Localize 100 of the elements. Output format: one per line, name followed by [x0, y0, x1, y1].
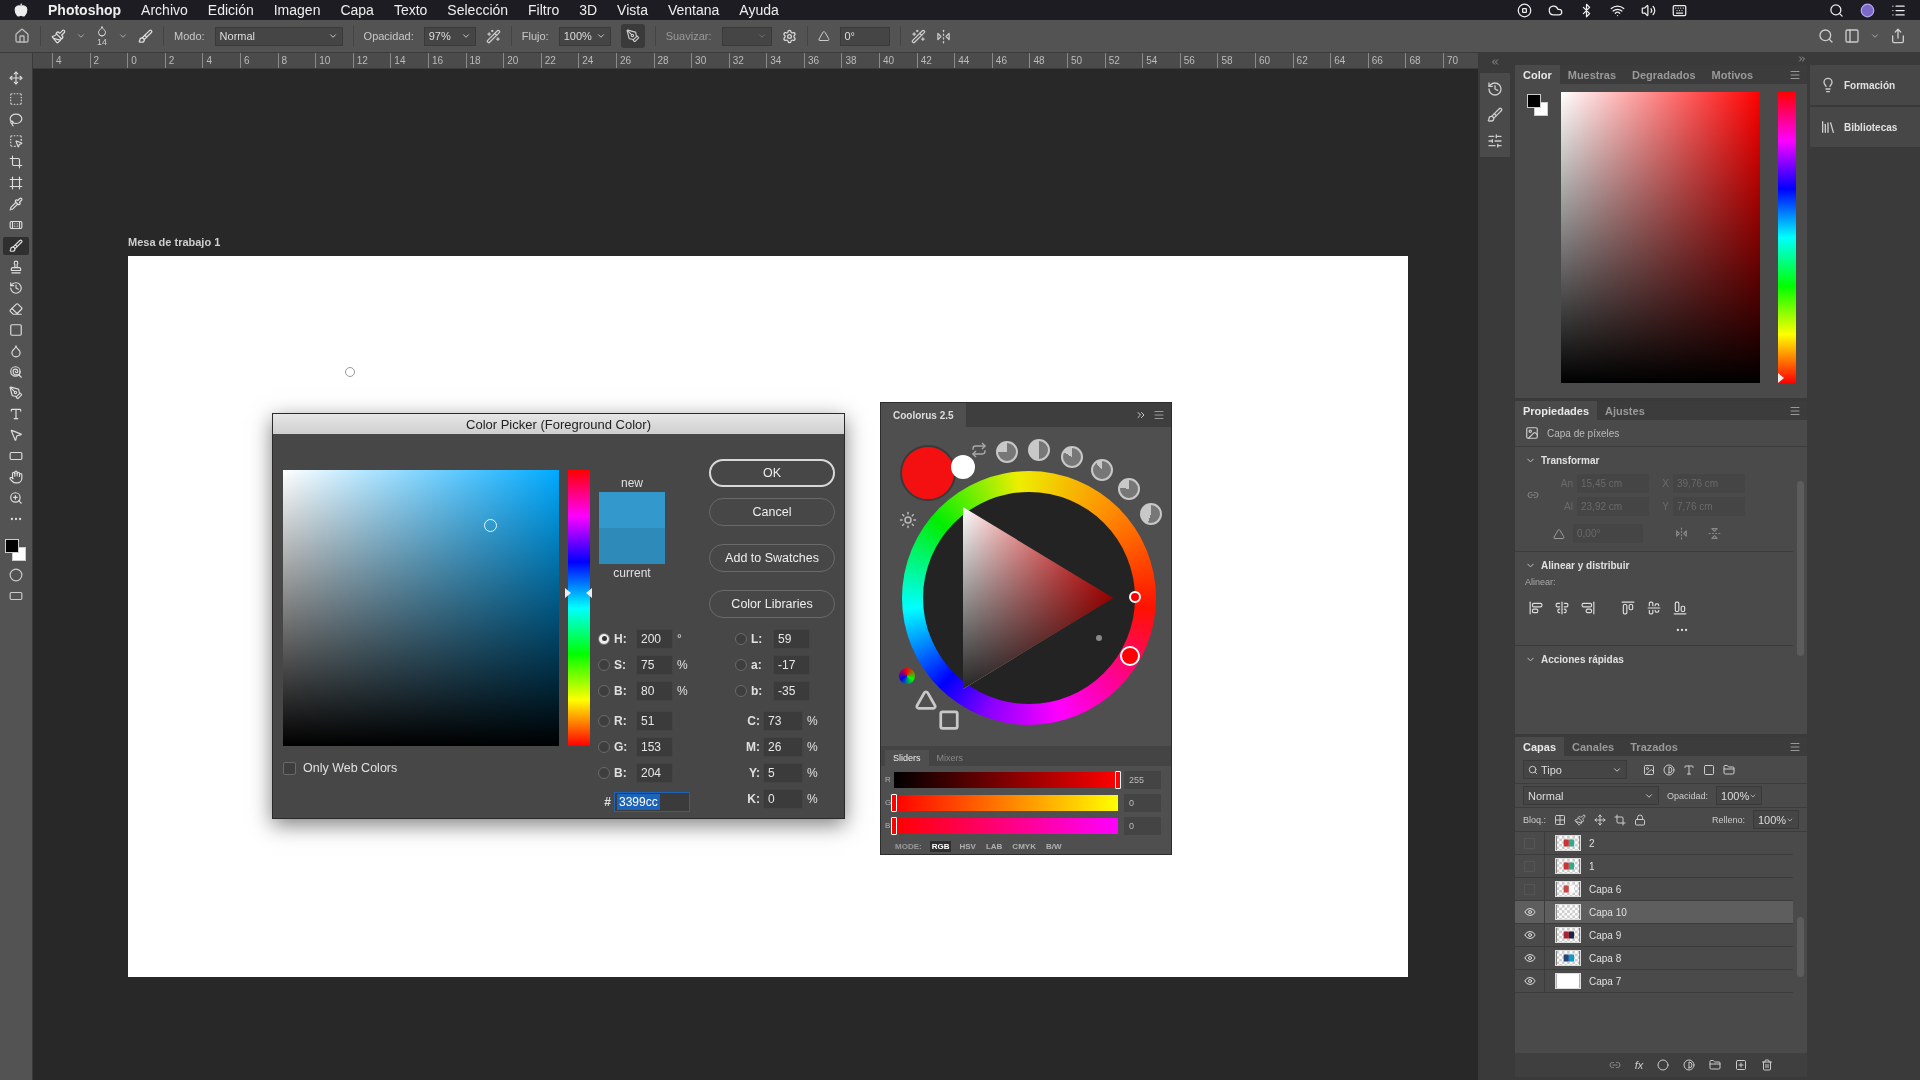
fill-select[interactable]: 100%: [1753, 810, 1799, 829]
blend-mode-select[interactable]: Normal: [1523, 786, 1659, 805]
object-selection-icon[interactable]: [9, 134, 23, 148]
pen-icon[interactable]: [9, 386, 23, 400]
align-center-icon[interactable]: [1555, 601, 1569, 615]
menu-icon[interactable]: [1153, 409, 1165, 421]
wifi-icon[interactable]: [1610, 2, 1625, 18]
dialog-button[interactable]: Cancel: [709, 498, 835, 526]
layer-row[interactable]: 2: [1515, 832, 1793, 855]
record-icon[interactable]: [1517, 2, 1532, 18]
layer-row[interactable]: Capa 9: [1515, 924, 1793, 947]
color-slider[interactable]: [894, 771, 1118, 788]
airbrush-button[interactable]: [620, 24, 645, 48]
layer-row[interactable]: Capa 7: [1515, 970, 1793, 993]
expand-icon[interactable]: [1135, 409, 1147, 421]
input-field[interactable]: 73: [763, 710, 803, 731]
color-wheel-icon[interactable]: [899, 668, 915, 684]
menu-icon[interactable]: [1789, 740, 1801, 753]
value-field[interactable]: 0: [1124, 816, 1161, 835]
align-top-icon[interactable]: [1621, 601, 1635, 615]
brush-panel-icon[interactable]: [138, 28, 153, 44]
apple-icon[interactable]: [14, 3, 28, 17]
input-field[interactable]: -17: [773, 654, 810, 675]
layer-row[interactable]: Capa 6: [1515, 878, 1793, 901]
harmony-icon[interactable]: [996, 441, 1018, 463]
angle-field[interactable]: 0°: [839, 26, 890, 46]
radio-button[interactable]: [598, 684, 610, 697]
radio-button[interactable]: [598, 632, 610, 645]
radio-button[interactable]: [598, 740, 610, 753]
panel-button[interactable]: Bibliotecas: [1810, 107, 1920, 147]
bandage-icon[interactable]: [9, 218, 23, 232]
swap-icon[interactable]: [971, 442, 987, 458]
adjustment-filter-icon[interactable]: [1663, 763, 1675, 776]
input-field[interactable]: 0: [763, 788, 803, 809]
harmony-icon[interactable]: [1061, 446, 1083, 468]
align-left-icon[interactable]: [1529, 601, 1543, 615]
adjustment-icon[interactable]: [1683, 1059, 1696, 1071]
hue-slider[interactable]: [565, 470, 592, 746]
mode-option[interactable]: B/W: [1043, 841, 1064, 852]
background-color-swatch[interactable]: [951, 455, 975, 479]
input-field[interactable]: 26: [763, 736, 803, 757]
brush-icon[interactable]: [9, 239, 23, 253]
harmony-icon[interactable]: [1118, 478, 1140, 500]
visibility-icon[interactable]: [1523, 952, 1536, 964]
input-field[interactable]: -35: [773, 680, 810, 701]
adjustments-icon[interactable]: [1487, 133, 1503, 149]
zoom-icon[interactable]: [9, 491, 23, 505]
harmony-icon[interactable]: [1140, 503, 1162, 525]
triangle-icon[interactable]: [915, 689, 937, 711]
panel-tab[interactable]: Capas: [1515, 737, 1565, 756]
layer-row[interactable]: 1: [1515, 855, 1793, 878]
dialog-button[interactable]: OK: [709, 459, 835, 487]
lock-transparency-icon[interactable]: [1554, 813, 1566, 826]
tool-button[interactable]: [3, 237, 29, 255]
mode-option[interactable]: CMYK: [1010, 841, 1038, 852]
new-layer-icon[interactable]: [1735, 1059, 1748, 1071]
menu-item[interactable]: Filtro: [528, 2, 560, 18]
radio-button[interactable]: [735, 632, 747, 645]
fx-icon[interactable]: fx: [1634, 1059, 1644, 1071]
type-icon[interactable]: [9, 407, 23, 421]
panel-tab[interactable]: Muestras: [1559, 65, 1625, 84]
trash-icon[interactable]: [1761, 1059, 1774, 1071]
harmony-icon[interactable]: [1091, 459, 1113, 481]
quick-mask-icon[interactable]: [9, 568, 23, 582]
radio-button[interactable]: [598, 714, 610, 727]
color-field[interactable]: [283, 470, 559, 746]
flip-vertical-icon[interactable]: [1708, 527, 1721, 540]
input-field[interactable]: 80: [636, 680, 673, 701]
square-icon[interactable]: [938, 709, 960, 731]
value-field[interactable]: 0: [1124, 793, 1161, 812]
visibility-icon[interactable]: [1523, 975, 1536, 987]
droplet-icon[interactable]: [9, 344, 23, 358]
harmony-icon[interactable]: [1028, 439, 1050, 461]
menu-icon[interactable]: [1789, 68, 1801, 81]
pixel-filter-icon[interactable]: [1643, 763, 1655, 776]
panel-tab[interactable]: Ajustes: [1597, 401, 1653, 420]
radio-button[interactable]: [735, 684, 747, 697]
dropdown-icon[interactable]: [118, 31, 128, 41]
marquee-icon[interactable]: [9, 92, 23, 106]
volume-icon[interactable]: [1641, 2, 1656, 18]
share-icon[interactable]: [1890, 28, 1906, 44]
dodge-icon[interactable]: [9, 365, 23, 379]
type-filter-icon[interactable]: [1683, 763, 1695, 776]
color-slider[interactable]: [894, 817, 1118, 834]
history-icon[interactable]: [1487, 81, 1503, 97]
lock-position-icon[interactable]: [1594, 813, 1606, 826]
panel-tab[interactable]: Color: [1515, 65, 1560, 84]
opacity-select[interactable]: 97%: [423, 26, 476, 46]
input-field[interactable]: 204: [636, 762, 673, 783]
menu-item[interactable]: Vista: [617, 2, 648, 18]
menu-item[interactable]: Ayuda: [739, 2, 779, 18]
align-middle-icon[interactable]: [1647, 601, 1661, 615]
lasso-icon[interactable]: [9, 113, 23, 127]
mode-option[interactable]: LAB: [983, 841, 1005, 852]
menu-item[interactable]: Selección: [447, 2, 509, 18]
dropdown-icon[interactable]: [76, 31, 86, 41]
lock-icon[interactable]: [1634, 813, 1646, 826]
color-field[interactable]: [1561, 92, 1760, 383]
rectangle-icon[interactable]: [9, 449, 23, 463]
align-bottom-icon[interactable]: [1673, 601, 1687, 615]
